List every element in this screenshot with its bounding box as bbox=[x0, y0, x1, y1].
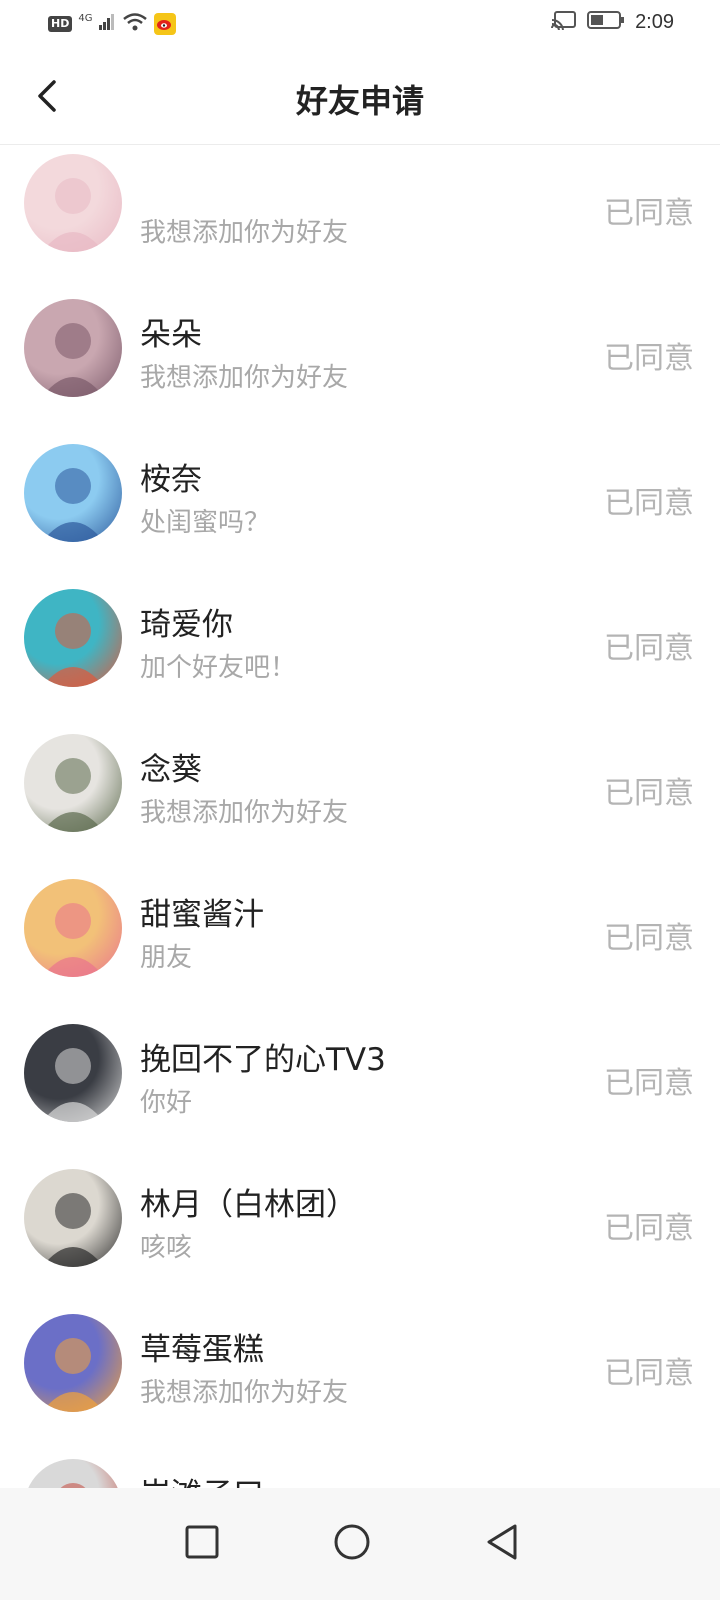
triangle-left-icon bbox=[487, 1524, 517, 1560]
requester-name: 琦爱你 bbox=[140, 607, 233, 643]
friend-request-row[interactable]: 草莓蛋糕 我想添加你为好友 已同意 bbox=[0, 1234, 720, 1412]
clock: 2:09 bbox=[635, 10, 674, 33]
home-button[interactable] bbox=[322, 1512, 382, 1572]
app-header: 好友申请 bbox=[0, 48, 720, 145]
system-nav-bar bbox=[0, 1488, 720, 1600]
requester-name: 草莓蛋糕 bbox=[140, 1332, 264, 1368]
friend-request-row[interactable]: 挽回不了的心TV3 你好 已同意 bbox=[0, 944, 720, 1122]
hd-badge: HD bbox=[48, 16, 73, 32]
weibo-notification-icon bbox=[154, 13, 177, 35]
friend-request-row[interactable]: 林月（白林团） 咳咳 已同意 bbox=[0, 1089, 720, 1267]
network-type: 4G bbox=[78, 12, 93, 24]
recents-button[interactable] bbox=[172, 1512, 232, 1572]
square-icon bbox=[185, 1525, 219, 1559]
battery-icon bbox=[587, 10, 625, 34]
requester-name: 念葵 bbox=[140, 752, 202, 788]
friend-request-list: 我想添加你为好友 已同意 朵朵 我想添加你为好友 已同意 桉奈 处闺蜜吗？ 已同… bbox=[0, 74, 720, 1557]
friend-request-row[interactable]: 甜蜜酱汁 朋友 已同意 bbox=[0, 799, 720, 977]
nav-back-button[interactable] bbox=[472, 1512, 532, 1572]
requester-name: 朵朵 bbox=[140, 317, 202, 353]
signal-icon bbox=[98, 13, 116, 35]
cast-icon bbox=[551, 10, 577, 34]
requester-name: 桉奈 bbox=[140, 462, 202, 498]
friend-request-row[interactable]: 朵朵 我想添加你为好友 已同意 bbox=[0, 219, 720, 397]
friend-request-row[interactable]: 念葵 我想添加你为好友 已同意 bbox=[0, 654, 720, 832]
page-title: 好友申请 bbox=[295, 82, 424, 120]
friend-request-row[interactable]: 桉奈 处闺蜜吗？ 已同意 bbox=[0, 364, 720, 542]
wifi-icon bbox=[122, 12, 148, 36]
circle-icon bbox=[334, 1524, 370, 1560]
requester-name: 挽回不了的心TV3 bbox=[140, 1042, 386, 1078]
friend-request-row[interactable]: 琦爱你 加个好友吧！ 已同意 bbox=[0, 509, 720, 687]
requester-name: 林月（白林团） bbox=[140, 1187, 357, 1223]
status-bar: HD 4G 2:09 bbox=[0, 0, 720, 48]
requester-name: 甜蜜酱汁 bbox=[140, 897, 264, 933]
